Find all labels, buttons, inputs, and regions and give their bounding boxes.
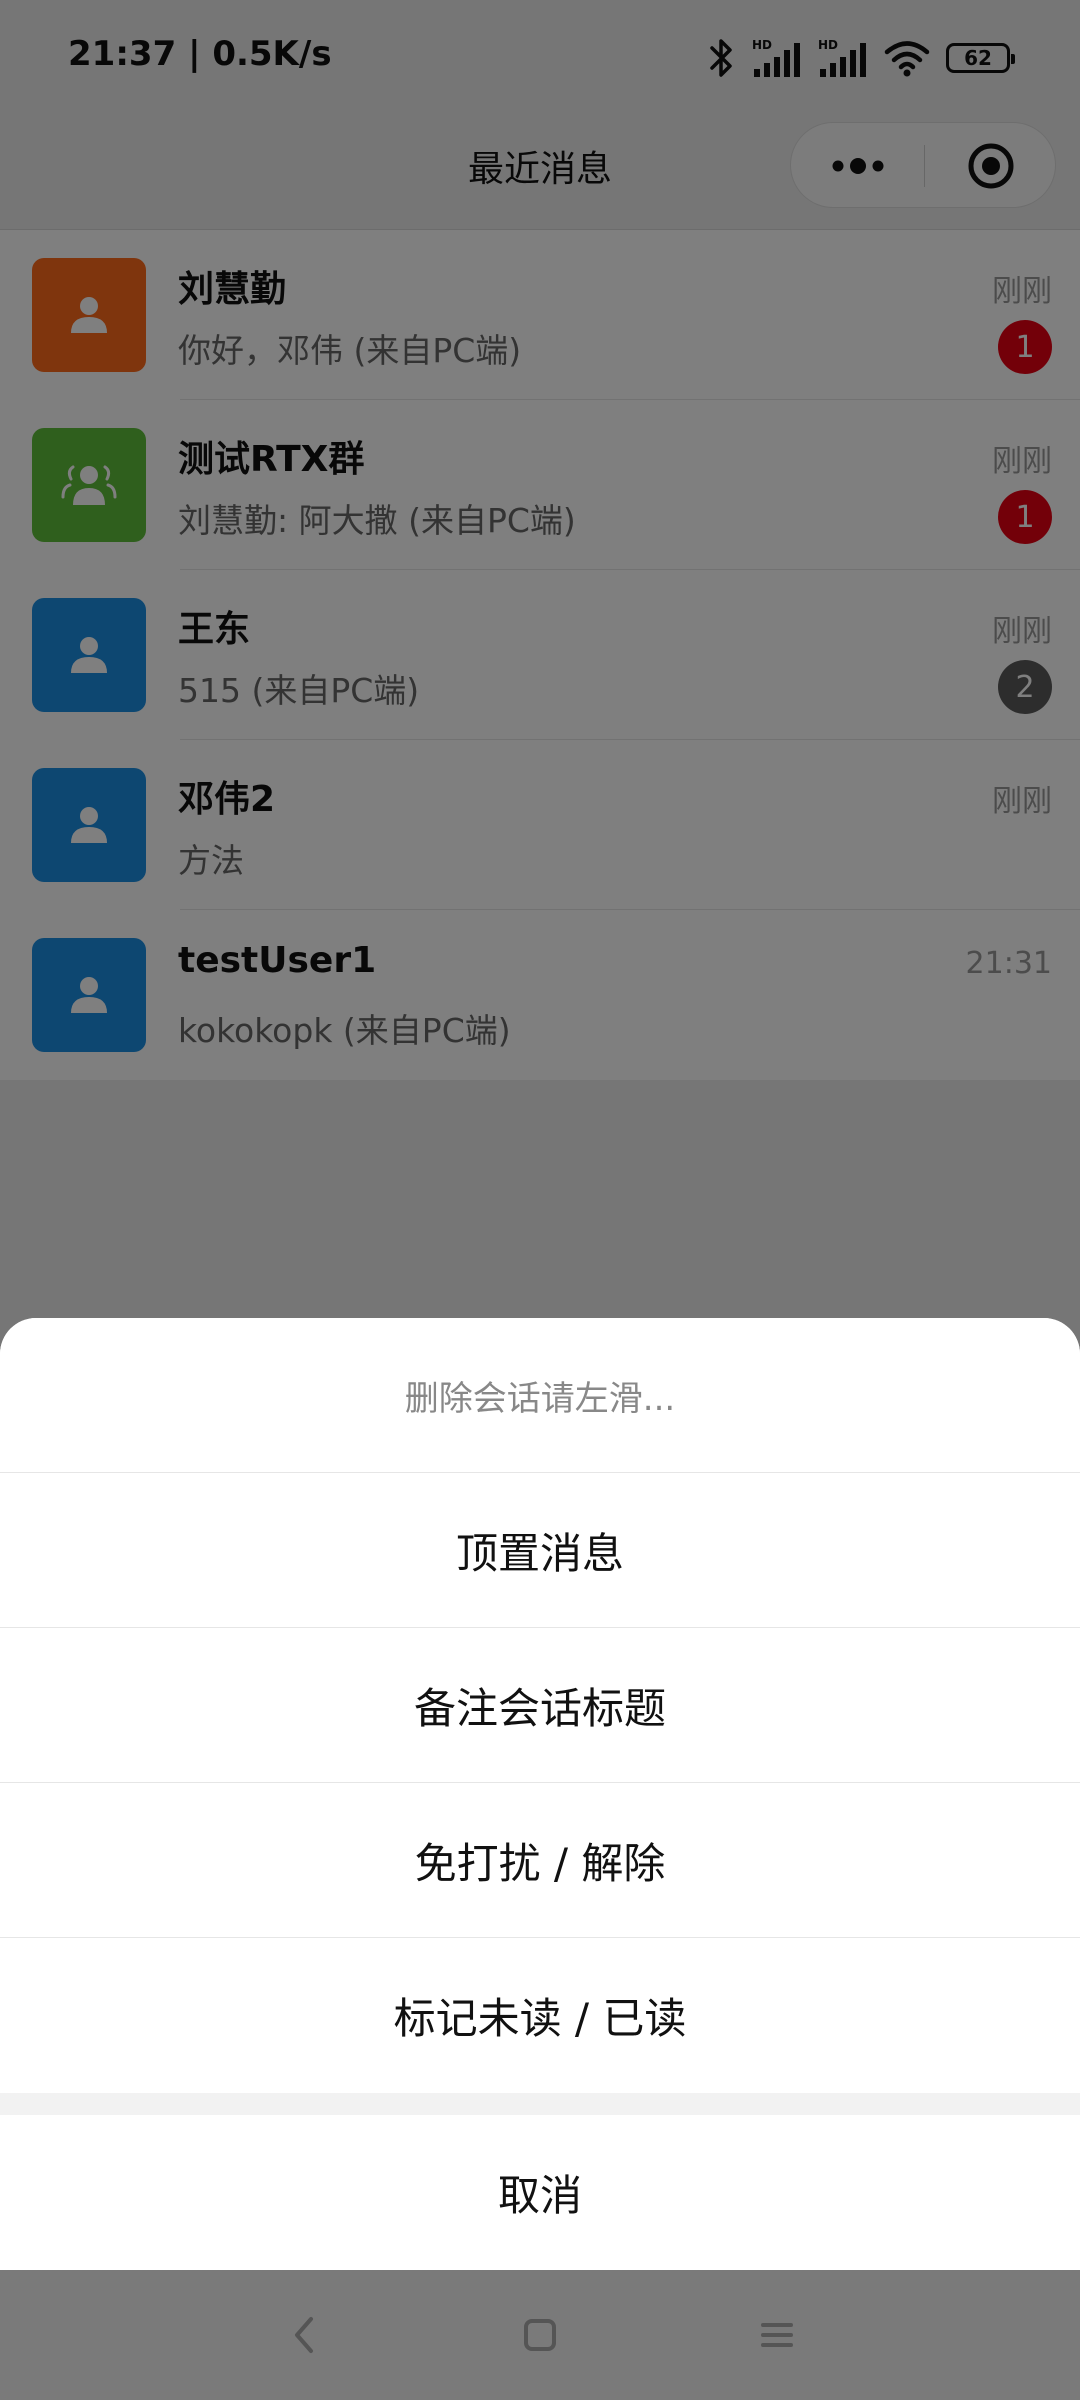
screen: 21:37 | 0.5K/s HD HD <box>0 0 1080 2400</box>
action-sheet-gap <box>0 2093 1080 2115</box>
recents-button[interactable] <box>744 2302 810 2368</box>
back-button[interactable] <box>272 2302 338 2368</box>
action-sheet-hint: 删除会话请左滑... <box>0 1318 1080 1473</box>
pin-message-option[interactable]: 顶置消息 <box>0 1473 1080 1628</box>
home-icon <box>524 2319 556 2351</box>
mark-read-toggle-option[interactable]: 标记未读 / 已读 <box>0 1938 1080 2093</box>
home-button[interactable] <box>507 2302 573 2368</box>
rename-conversation-option[interactable]: 备注会话标题 <box>0 1628 1080 1783</box>
system-nav-bar <box>0 2270 1080 2400</box>
menu-icon <box>761 2323 793 2347</box>
back-icon <box>295 2317 313 2353</box>
mute-toggle-option[interactable]: 免打扰 / 解除 <box>0 1783 1080 1938</box>
action-sheet: 删除会话请左滑... 顶置消息 备注会话标题 免打扰 / 解除 标记未读 / 已… <box>0 1318 1080 2270</box>
cancel-button[interactable]: 取消 <box>0 2115 1080 2270</box>
